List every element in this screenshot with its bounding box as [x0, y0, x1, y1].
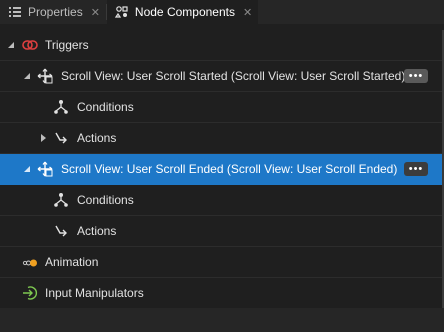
list-icon — [9, 7, 21, 17]
expand-arrow-icon[interactable] — [22, 71, 32, 81]
tree-item-label: Actions — [77, 131, 117, 145]
tab-properties-label: Properties — [28, 5, 83, 19]
tab-bar: Properties ✕ Node Components ✕ — [0, 0, 444, 24]
expand-arrow-icon[interactable] — [38, 133, 48, 143]
tree-item-scroll-started[interactable]: Scroll View: User Scroll Started (Scroll… — [0, 61, 442, 92]
node-components-icon — [114, 6, 128, 18]
tab-properties[interactable]: Properties ✕ — [0, 0, 106, 24]
more-options-button[interactable]: ••• — [404, 162, 428, 176]
conditions-icon — [54, 193, 68, 207]
tree-item-actions[interactable]: Actions — [0, 216, 442, 247]
scroll-trigger-icon — [37, 68, 53, 84]
tree-item-animation[interactable]: Animation — [0, 247, 442, 278]
tree-item-label: Scroll View: User Scroll Ended (Scroll V… — [61, 162, 398, 176]
input-manipulator-icon — [23, 286, 38, 300]
tree-item-conditions[interactable]: Conditions — [0, 185, 442, 216]
tree-item-triggers[interactable]: Triggers — [0, 30, 442, 61]
expand-arrow-icon[interactable] — [6, 40, 16, 50]
actions-icon — [55, 132, 67, 144]
panel-footer — [0, 308, 444, 332]
tab-node-components-label: Node Components — [134, 5, 235, 19]
tree-item-label: Animation — [45, 255, 99, 269]
tree-item-actions[interactable]: Actions — [0, 123, 442, 154]
trigger-icon — [22, 40, 38, 50]
expand-arrow-icon[interactable] — [22, 164, 32, 174]
tree-item-conditions[interactable]: Conditions — [0, 92, 442, 123]
close-icon[interactable]: ✕ — [91, 6, 100, 19]
tree-item-label: Conditions — [77, 100, 134, 114]
tree-item-input-manipulators[interactable]: Input Manipulators — [0, 278, 442, 309]
tree-item-label: Input Manipulators — [45, 286, 144, 300]
tree-item-label: Conditions — [77, 193, 134, 207]
tree-item-label: Triggers — [45, 38, 89, 52]
tree-item-label: Actions — [77, 224, 117, 238]
scroll-trigger-icon — [37, 161, 53, 177]
more-options-button[interactable]: ••• — [404, 69, 428, 83]
tab-node-components[interactable]: Node Components ✕ — [106, 0, 259, 24]
conditions-icon — [54, 100, 68, 114]
tree-item-label: Scroll View: User Scroll Started (Scroll… — [61, 69, 406, 83]
animation-icon — [22, 259, 37, 267]
tree-item-scroll-ended[interactable]: Scroll View: User Scroll Ended (Scroll V… — [0, 154, 442, 185]
node-components-tree: Triggers Scroll View: User Scroll Starte… — [0, 30, 442, 309]
close-icon[interactable]: ✕ — [243, 6, 252, 19]
actions-icon — [55, 225, 67, 237]
